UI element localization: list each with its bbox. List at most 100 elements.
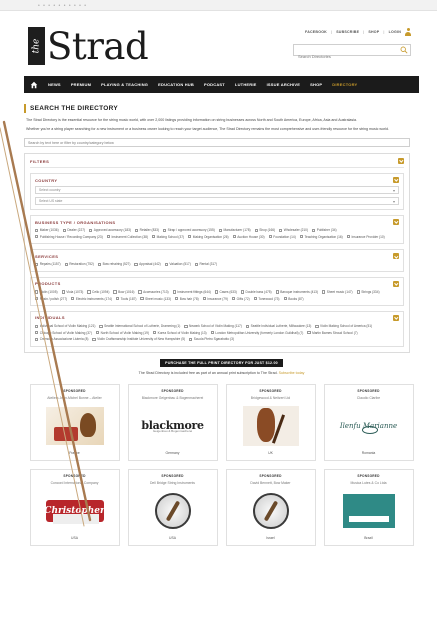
checkbox[interactable] — [188, 235, 192, 239]
filter-checkbox-item[interactable]: Chicago School of Violin Making (37) — [35, 331, 92, 336]
filter-checkbox-item[interactable]: Insurance (79) — [202, 296, 228, 301]
search-icon[interactable] — [400, 46, 408, 54]
filter-checkbox-item[interactable]: North School of Violin Making (19) — [95, 331, 149, 336]
checkbox[interactable] — [87, 290, 91, 294]
filter-checkbox-item[interactable]: Dealer (227) — [62, 228, 85, 233]
checkbox[interactable] — [152, 331, 157, 335]
filter-checkbox-item[interactable]: Newark School of Violin Making (117) — [184, 324, 242, 329]
filter-checkbox-item[interactable]: Retailer (833) — [134, 228, 159, 233]
filter-checkbox-item[interactable]: Martin Barnes Stroud School (7) — [307, 331, 358, 336]
purchase-directory-button[interactable]: PURCHASE THE FULL PRINT DIRECTORY FOR JU… — [160, 358, 283, 367]
filter-checkbox-item[interactable]: Making School (37) — [151, 235, 184, 240]
checkbox[interactable] — [35, 337, 39, 342]
filter-checkbox-item[interactable]: Violin Making School of America (51) — [315, 324, 372, 329]
checkbox[interactable] — [97, 262, 102, 267]
filter-checkbox-item[interactable]: Instrument Collection (38) — [106, 235, 148, 240]
filter-checkbox-item[interactable]: Viola (1073) — [61, 290, 83, 295]
filter-checkbox-item[interactable]: Strings (334) — [356, 290, 380, 295]
checkbox[interactable] — [194, 262, 198, 267]
nav-podcast[interactable]: PODCAST — [204, 82, 225, 87]
filter-checkbox-item[interactable]: Maker (1036) — [35, 228, 59, 233]
checkbox[interactable] — [71, 297, 75, 301]
chevron-down-icon[interactable] — [393, 314, 399, 321]
checkbox[interactable] — [35, 290, 39, 294]
filter-checkbox-item[interactable]: Accessories (713) — [138, 290, 169, 295]
checkbox[interactable] — [35, 297, 39, 301]
checkbox[interactable] — [231, 297, 236, 301]
checkbox[interactable] — [113, 290, 117, 294]
checkbox[interactable] — [279, 228, 283, 232]
checkbox[interactable] — [322, 290, 326, 294]
filter-checkbox-item[interactable]: Rosin / polish (277) — [35, 296, 67, 301]
filter-checkbox-item[interactable]: Cello (1094) — [87, 290, 109, 295]
checkbox[interactable] — [312, 228, 316, 232]
business-header[interactable]: BUSINESS TYPE / ORGANISATIONS — [35, 219, 399, 225]
checkbox[interactable] — [172, 290, 176, 294]
checkbox[interactable] — [115, 297, 120, 301]
filter-checkbox-item[interactable]: Foundation (14) — [268, 235, 296, 240]
state-select[interactable]: Select US state — [35, 197, 399, 205]
user-icon[interactable] — [405, 28, 411, 36]
filter-checkbox-item[interactable]: Books (87) — [283, 296, 304, 301]
chevron-down-icon[interactable] — [398, 158, 404, 164]
individuals-header[interactable]: INDIVIDUALS — [35, 314, 399, 321]
filter-checkbox-item[interactable]: Rental (317) — [194, 262, 217, 267]
filter-checkbox-item[interactable]: Repairs (1157) — [35, 262, 61, 267]
filter-checkbox-item[interactable]: Restoration (752) — [64, 262, 94, 267]
top-link-shop[interactable]: SHOP — [368, 30, 379, 34]
filter-checkbox-item[interactable]: Sheet music (147) — [322, 290, 353, 295]
filter-checkbox-item[interactable]: Tonewood (73) — [253, 296, 280, 301]
checkbox[interactable] — [106, 235, 110, 239]
filter-checkbox-item[interactable]: Violin Craftsmanship Institute Universit… — [92, 337, 185, 342]
sponsored-card[interactable]: SPONSORED David Bennett, Bow Maker Israe… — [225, 468, 316, 546]
nav-lutherie[interactable]: LUTHERIE — [235, 82, 257, 87]
filter-checkbox-item[interactable]: Strap / approved accessory (155) — [162, 228, 215, 233]
filter-checkbox-item[interactable]: Korea School of Violin Making (13) — [152, 331, 207, 336]
checkbox[interactable] — [62, 228, 66, 232]
top-link-login[interactable]: LOGIN — [389, 30, 401, 34]
sponsored-card[interactable]: SPONSORED Musica Lutes & Co Ltda Brazil — [323, 468, 414, 546]
directory-search-input[interactable]: Search by text here or filter by country… — [24, 138, 410, 147]
sponsored-card[interactable]: SPONSORED Dell Bridge String Instruments… — [127, 468, 218, 546]
checkbox[interactable] — [240, 290, 245, 294]
nav-directory[interactable]: DIRECTORY — [332, 82, 357, 87]
products-header[interactable]: PRODUCTS — [35, 280, 399, 287]
sponsored-card[interactable]: SPONSORED Concord International Company … — [29, 468, 120, 546]
checkbox[interactable] — [307, 331, 311, 335]
filter-checkbox-item[interactable]: Valuation (517) — [164, 262, 191, 267]
filter-checkbox-item[interactable]: Baroque instruments (413) — [275, 290, 318, 295]
checkbox[interactable] — [299, 235, 303, 239]
filter-checkbox-item[interactable]: Seattle International School of Lutherie… — [99, 324, 180, 329]
checkbox[interactable] — [35, 228, 39, 232]
filter-checkbox-item[interactable]: Double bass (475) — [240, 290, 272, 295]
nav-news[interactable]: NEWS — [48, 82, 61, 87]
filter-checkbox-item[interactable]: Bow rehairing (527) — [97, 262, 130, 267]
checkbox[interactable] — [64, 262, 68, 267]
top-link-facebook[interactable]: FACEBOOK — [305, 30, 327, 34]
checkbox[interactable] — [89, 228, 93, 232]
home-icon[interactable] — [30, 81, 38, 89]
filter-checkbox-item[interactable]: Individual School of Violin Making (121) — [35, 324, 95, 329]
checkbox[interactable] — [175, 297, 179, 301]
chevron-down-icon[interactable] — [393, 177, 399, 183]
checkbox[interactable] — [275, 290, 279, 294]
filter-checkbox-item[interactable]: Manufacturer (178) — [218, 228, 251, 233]
checkbox[interactable] — [138, 290, 142, 294]
filter-checkbox-item[interactable]: Gifts (72) — [231, 296, 250, 301]
checkbox[interactable] — [315, 324, 319, 328]
sponsored-card[interactable]: SPONSORED Blackmore Geigenbau & Bogenmac… — [127, 383, 218, 461]
checkbox[interactable] — [35, 262, 39, 267]
services-header[interactable]: SERVICES — [35, 253, 399, 260]
sponsored-card[interactable]: SPONSORED Claudio Claribe Ilenfu Mariann… — [323, 383, 414, 461]
chevron-down-icon[interactable] — [393, 280, 399, 287]
checkbox[interactable] — [245, 324, 250, 328]
filter-checkbox-item[interactable]: Wholesaler (210) — [279, 228, 308, 233]
sponsored-card[interactable]: SPONSORED Ateliers Jean-Michel Bonne – A… — [29, 383, 120, 461]
checkbox[interactable] — [162, 228, 167, 232]
checkbox[interactable] — [164, 262, 168, 267]
filter-checkbox-item[interactable]: Teaching Organisation (16) — [299, 235, 343, 240]
checkbox[interactable] — [35, 324, 39, 328]
filter-checkbox-item[interactable]: Appraisal (442) — [134, 262, 161, 267]
chevron-down-icon[interactable] — [393, 219, 399, 225]
checkbox[interactable] — [140, 297, 144, 301]
